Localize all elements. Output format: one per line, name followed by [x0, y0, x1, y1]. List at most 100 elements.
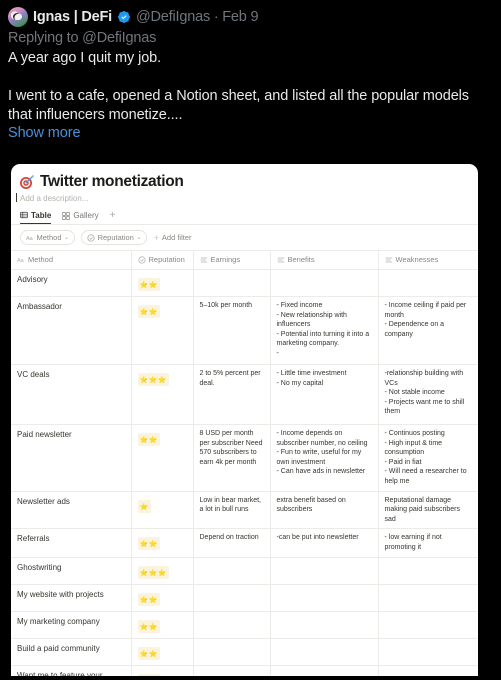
table-row[interactable]: Ambassador ⭐⭐ 5–10k per month - Fixed incom… [11, 296, 478, 365]
cell-weaknesses[interactable]: - Income ceiling if paid per month - Dep… [378, 296, 478, 365]
cell-benefits[interactable] [270, 610, 379, 639]
cell-earnings[interactable] [193, 269, 271, 297]
cell-benefits[interactable]: -can be put into newsletter [270, 528, 379, 558]
cell-weaknesses[interactable]: -relationship building with VCs - Not st… [378, 364, 478, 425]
table-row[interactable]: Build a paid community ⭐⭐ [11, 637, 478, 666]
column-header-earnings[interactable]: Earnings [193, 250, 271, 270]
cell-benefits[interactable]: - Fixed income - New relationship with i… [270, 296, 379, 365]
view-tab-table[interactable]: Table [20, 210, 52, 224]
cell-reputation[interactable]: ⭐⭐ [131, 296, 194, 365]
star-icon: ⭐ [139, 569, 149, 577]
cell-reputation[interactable]: ⭐⭐ [131, 637, 194, 666]
view-tab-gallery[interactable]: Gallery [62, 211, 99, 223]
star-icon: ⭐ [139, 282, 149, 289]
cell-method[interactable]: VC deals [11, 364, 132, 425]
reputation-stars: ⭐ [137, 499, 151, 513]
plus-icon: ＋ [153, 236, 160, 242]
cell-reputation[interactable]: ⭐⭐ [131, 528, 194, 558]
filter-chip-reputation[interactable]: Reputation ⌄ [81, 230, 148, 245]
cell-earnings[interactable]: 8 USD per month per subscriber Need 570 … [193, 424, 271, 492]
star-icon: ⭐ [148, 596, 158, 604]
cell-benefits[interactable] [270, 664, 379, 676]
cell-method[interactable]: Advisory [11, 269, 132, 297]
cell-weaknesses[interactable] [378, 637, 478, 666]
select-property-icon [137, 255, 146, 264]
cell-reputation[interactable]: ⭐⭐ [131, 583, 194, 612]
column-header-benefits[interactable]: Benefits [270, 250, 379, 270]
cell-benefits[interactable] [270, 556, 379, 585]
table-row[interactable]: Paid newsletter ⭐⭐ 8 USD per month per sub… [11, 424, 478, 492]
table-row[interactable]: Ghostwriting ⭐⭐⭐ [11, 556, 478, 585]
cell-method[interactable]: Paid newsletter [11, 424, 132, 492]
notion-page-title[interactable]: Twitter monetization [40, 173, 184, 191]
filter-chip-method[interactable]: Aa Method ⌄ [20, 230, 76, 245]
add-view-button[interactable]: + [110, 210, 116, 224]
table-row[interactable]: Newsletter ads ⭐ Low in bear market, a lot… [11, 490, 478, 529]
cell-earnings[interactable] [193, 637, 271, 666]
table-row[interactable]: My website with projects ⭐⭐ [11, 583, 478, 612]
show-more-link[interactable]: Show more [8, 125, 493, 141]
cell-benefits[interactable]: - Little time investment - No my capital [270, 364, 379, 425]
author-display-name[interactable]: Ignas | DeFi [33, 9, 112, 25]
cell-method[interactable]: Referrals [11, 528, 132, 558]
author-handle-and-date[interactable]: @DefiIgnas · Feb 9 [136, 9, 259, 25]
view-tab-table-label: Table [31, 210, 52, 220]
reputation-stars: ⭐⭐⭐ [137, 373, 169, 386]
direct-hit-target-emoji [19, 174, 35, 190]
cell-earnings[interactable] [193, 556, 271, 585]
replying-to-label[interactable]: Replying to @DefiIgnas [8, 30, 493, 46]
cell-reputation[interactable]: ⭐⭐⭐ [131, 556, 194, 585]
cell-weaknesses[interactable]: - low earning if not promoting it [378, 528, 478, 558]
cell-reputation[interactable]: ⭐⭐ [131, 269, 194, 297]
cell-benefits[interactable] [270, 637, 379, 666]
notion-description-placeholder[interactable]: Add a description... [11, 191, 478, 203]
avatar[interactable] [8, 7, 28, 27]
cell-earnings[interactable]: Low in bear market, a lot in bull runs [193, 490, 271, 529]
cell-earnings[interactable]: Depend on traction [193, 528, 271, 558]
cell-method[interactable]: Newsletter ads [11, 490, 132, 529]
cell-weaknesses[interactable] [378, 610, 478, 639]
cell-method[interactable]: My website with projects [11, 583, 132, 612]
cell-earnings[interactable] [193, 664, 271, 676]
table-row[interactable]: VC deals ⭐⭐⭐ 2 to 5% percent per deal. - Li… [11, 364, 478, 425]
reputation-stars: ⭐⭐ [137, 673, 160, 676]
cell-method[interactable]: Build a paid community [11, 637, 132, 666]
cell-reputation[interactable]: ⭐⭐ [131, 424, 194, 492]
cell-benefits[interactable]: extra benefit based on subscribers [270, 490, 379, 529]
column-header-reputation-label: Reputation [148, 255, 185, 264]
add-filter-button[interactable]: ＋ Add filter [153, 231, 191, 244]
cell-method[interactable]: Ambassador [11, 296, 132, 365]
cell-method[interactable]: Ghostwriting [11, 556, 132, 585]
cell-method[interactable]: My marketing company [11, 610, 132, 639]
cell-benefits[interactable]: - Income depends on subscriber number, n… [270, 424, 379, 492]
cell-benefits[interactable] [270, 269, 379, 297]
table-row[interactable]: Advisory ⭐⭐ [11, 269, 478, 297]
star-icon: ⭐ [157, 569, 167, 577]
column-header-method[interactable]: Aa Method [11, 250, 132, 270]
cell-weaknesses[interactable] [378, 664, 478, 676]
column-header-weaknesses[interactable]: Weaknesses [378, 250, 478, 270]
cell-earnings[interactable] [193, 610, 271, 639]
cell-reputation[interactable]: ⭐ [131, 490, 194, 529]
table-row[interactable]: Want me to feature your project? page ⭐⭐ [11, 664, 478, 676]
cell-earnings[interactable]: 2 to 5% percent per deal. [193, 364, 271, 425]
cell-weaknesses[interactable] [378, 269, 478, 297]
table-row[interactable]: Referrals ⭐⭐ Depend on traction -can be put… [11, 528, 478, 558]
cell-benefits[interactable] [270, 583, 379, 612]
column-header-reputation[interactable]: Reputation [131, 250, 194, 270]
table-row[interactable]: My marketing company ⭐⭐ [11, 610, 478, 639]
cell-weaknesses[interactable]: - Continuos posting - High input & time … [378, 424, 478, 492]
cell-reputation[interactable]: ⭐⭐ [131, 664, 194, 676]
star-icon: ⭐ [148, 437, 158, 444]
star-icon: ⭐ [148, 569, 158, 577]
cell-method[interactable]: Want me to feature your project? page [11, 664, 132, 676]
star-icon: ⭐ [148, 650, 158, 658]
cell-reputation[interactable]: ⭐⭐⭐ [131, 364, 194, 425]
cell-earnings[interactable]: 5–10k per month [193, 296, 271, 365]
cell-reputation[interactable]: ⭐⭐ [131, 610, 194, 639]
cell-weaknesses[interactable] [378, 583, 478, 612]
cell-weaknesses[interactable]: Reputational damage making paid subscrib… [378, 490, 478, 529]
cell-earnings[interactable] [193, 583, 271, 612]
cell-weaknesses[interactable] [378, 556, 478, 585]
notion-embed-card[interactable]: Twitter monetization Add a description..… [11, 164, 478, 676]
